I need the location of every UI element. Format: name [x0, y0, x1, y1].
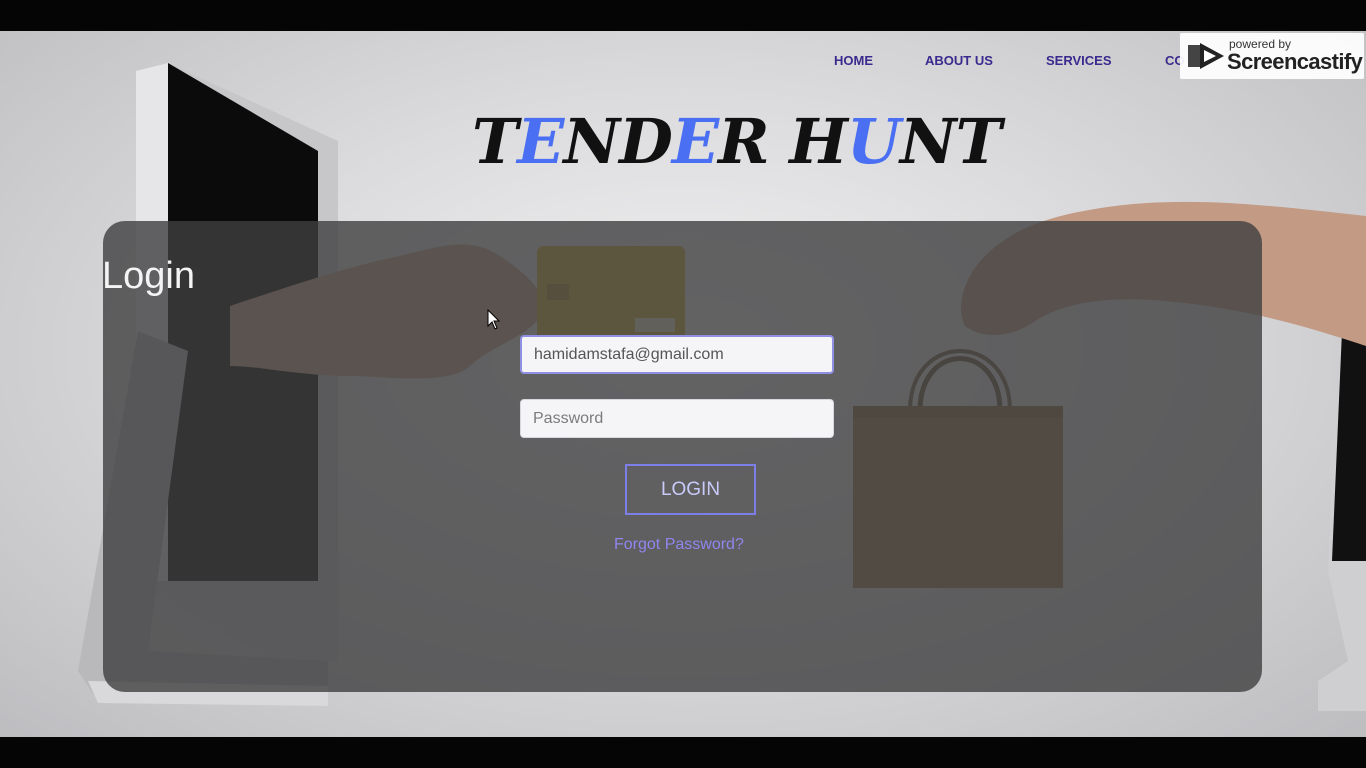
logo-part: T	[472, 105, 518, 178]
tender-hunt-logo: TENDER HUNT	[472, 105, 1002, 178]
watermark-brand-text: Screencastify	[1227, 49, 1363, 74]
letterbox-top	[0, 0, 1366, 31]
letterbox-bottom	[0, 737, 1366, 768]
logo-part: R H	[718, 105, 848, 178]
logo-part-accent: E	[671, 105, 719, 178]
monitor-right-image	[1318, 321, 1366, 711]
login-title: Login	[102, 255, 195, 297]
nav-home[interactable]: HOME	[834, 53, 873, 68]
nav-services[interactable]: SERVICES	[1046, 53, 1112, 68]
password-field[interactable]	[520, 399, 834, 438]
email-field[interactable]	[520, 335, 834, 374]
screencastify-watermark: powered by Screencastify	[1180, 33, 1364, 79]
logo-part: NT	[899, 105, 1002, 178]
logo-part: ND	[563, 105, 672, 178]
mouse-pointer-icon	[487, 309, 501, 330]
page-viewport: Login LOGIN Forgot Password? TENDER HUNT…	[0, 31, 1366, 737]
logo-part-accent: E	[517, 105, 564, 178]
screencastify-logo-icon	[1188, 43, 1224, 69]
login-panel	[103, 221, 1262, 692]
nav-about-us[interactable]: ABOUT US	[925, 53, 993, 68]
logo-part-accent: U	[846, 105, 901, 178]
forgot-password-link[interactable]: Forgot Password?	[614, 536, 744, 554]
login-button[interactable]: LOGIN	[625, 464, 756, 515]
